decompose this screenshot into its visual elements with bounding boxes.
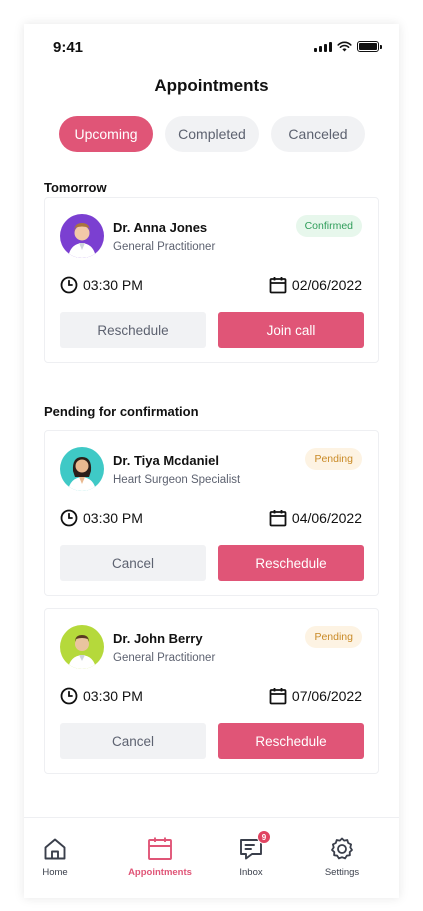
section-title-pending: Pending for confirmation bbox=[44, 404, 199, 419]
calendar-icon bbox=[269, 277, 287, 294]
nav-appointments-label: Appointments bbox=[128, 867, 192, 878]
status-time: 9:41 bbox=[53, 39, 84, 56]
nav-home-label: Home bbox=[42, 867, 68, 878]
tab-upcoming[interactable]: Upcoming bbox=[59, 116, 153, 152]
clock-icon bbox=[60, 509, 78, 527]
cancel-button[interactable]: Cancel bbox=[60, 545, 206, 581]
status-icons bbox=[314, 41, 382, 52]
doctor-specialty: General Practitioner bbox=[113, 241, 216, 253]
clock-icon bbox=[60, 687, 78, 705]
signal-icon bbox=[314, 41, 332, 52]
calendar-icon bbox=[269, 510, 287, 527]
bottom-nav: Home Appointments 9 Inbox Settings bbox=[24, 817, 399, 898]
appointment-date: 04/06/2022 bbox=[269, 509, 362, 527]
doctor-name: Dr. Anna Jones bbox=[113, 220, 208, 235]
tab-canceled[interactable]: Canceled bbox=[271, 116, 365, 152]
phone-screen: 9:41 Appointments Upcoming Completed Can… bbox=[24, 24, 399, 898]
time-text: 03:30 PM bbox=[83, 277, 143, 293]
appointment-tabs: Upcoming Completed Canceled bbox=[59, 116, 365, 152]
reschedule-button[interactable]: Reschedule bbox=[60, 312, 206, 348]
clock-icon bbox=[60, 276, 78, 294]
nav-inbox[interactable]: 9 Inbox bbox=[211, 830, 291, 878]
doctor-name: Dr. Tiya Mcdaniel bbox=[113, 453, 219, 468]
gear-icon bbox=[331, 837, 353, 860]
avatar bbox=[60, 447, 104, 491]
reschedule-button[interactable]: Reschedule bbox=[218, 723, 364, 759]
home-icon bbox=[44, 838, 66, 860]
date-text: 02/06/2022 bbox=[291, 277, 362, 293]
date-text: 04/06/2022 bbox=[291, 510, 362, 526]
appointment-card[interactable]: Dr. John Berry General Practitioner Pend… bbox=[44, 608, 379, 774]
page-title: Appointments bbox=[154, 76, 269, 95]
join-call-button[interactable]: Join call bbox=[218, 312, 364, 348]
status-badge: Confirmed bbox=[295, 215, 362, 237]
status-badge: Pending bbox=[305, 448, 362, 470]
appointment-card[interactable]: Dr. Anna Jones General Practitioner Conf… bbox=[44, 197, 379, 363]
appointment-date: 02/06/2022 bbox=[269, 276, 362, 294]
reschedule-button[interactable]: Reschedule bbox=[218, 545, 364, 581]
nav-appointments[interactable]: Appointments bbox=[120, 836, 200, 878]
status-badge: Pending bbox=[305, 626, 362, 648]
date-text: 07/06/2022 bbox=[291, 688, 362, 704]
nav-settings[interactable]: Settings bbox=[302, 836, 382, 878]
avatar bbox=[60, 625, 104, 669]
inbox-icon-wrap: 9 bbox=[238, 830, 271, 862]
cancel-button[interactable]: Cancel bbox=[60, 723, 206, 759]
doctor-specialty: General Practitioner bbox=[113, 652, 216, 664]
tab-completed[interactable]: Completed bbox=[165, 116, 259, 152]
battery-icon bbox=[357, 41, 382, 52]
nav-home[interactable]: Home bbox=[24, 836, 95, 878]
inbox-badge: 9 bbox=[257, 830, 271, 844]
nav-settings-label: Settings bbox=[324, 867, 360, 878]
appointment-card[interactable]: Dr. Tiya Mcdaniel Heart Surgeon Speciali… bbox=[44, 430, 379, 596]
nav-inbox-label: Inbox bbox=[239, 867, 263, 878]
doctor-specialty: Heart Surgeon Specialist bbox=[113, 474, 241, 486]
calendar-icon bbox=[269, 688, 287, 705]
doctor-name: Dr. John Berry bbox=[113, 631, 203, 646]
appointment-date: 07/06/2022 bbox=[269, 687, 362, 705]
appointment-time: 03:30 PM bbox=[60, 509, 143, 527]
appointment-time: 03:30 PM bbox=[60, 276, 143, 294]
time-text: 03:30 PM bbox=[83, 688, 143, 704]
wifi-icon bbox=[337, 41, 352, 52]
status-bar: 9:41 bbox=[24, 24, 399, 68]
avatar bbox=[60, 214, 104, 258]
appointment-time: 03:30 PM bbox=[60, 687, 143, 705]
time-text: 03:30 PM bbox=[83, 510, 143, 526]
section-title-tomorrow: Tomorrow bbox=[44, 180, 107, 195]
calendar-icon bbox=[148, 837, 172, 860]
